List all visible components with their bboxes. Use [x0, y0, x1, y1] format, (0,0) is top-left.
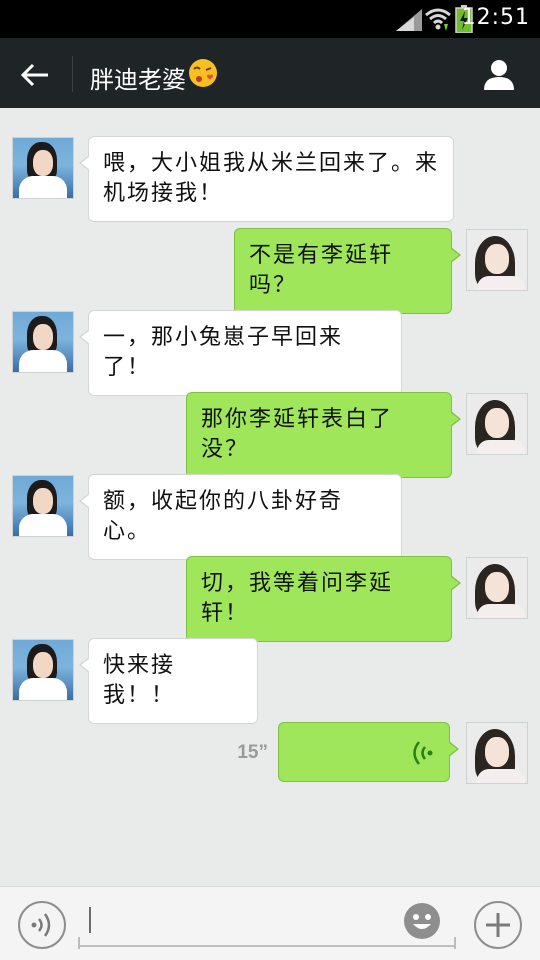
emoji-icon[interactable] [402, 901, 442, 941]
kiss-emoji-icon [189, 59, 217, 87]
message-bubble-received[interactable]: 额，收起你的八卦好奇心。 [79, 474, 402, 560]
status-time: 12:51 [461, 5, 530, 30]
back-arrow-icon[interactable] [18, 58, 52, 92]
input-bar [0, 886, 540, 960]
message-bubble-sent[interactable]: 切，我等着问李延轩！ [186, 556, 461, 642]
voice-message-bubble[interactable] [278, 722, 459, 782]
voice-wave-icon [31, 913, 51, 937]
contact-avatar[interactable] [12, 137, 74, 199]
my-avatar[interactable] [466, 393, 528, 455]
voice-wave-icon [413, 741, 433, 765]
input-edge [78, 937, 80, 949]
header-divider [72, 56, 73, 92]
message-list[interactable]: 喂，大小姐我从米兰回来了。来机场接我！ 不是有李延轩吗？ 一，那小兔崽子早回来了… [0, 108, 540, 886]
message-bubble-sent[interactable]: 那你李延轩表白了没？ [186, 392, 461, 478]
message-bubble-sent[interactable]: 不是有李延轩吗？ [234, 228, 461, 314]
wifi-icon [425, 8, 451, 31]
more-options-button[interactable] [474, 901, 522, 949]
status-bar: 12:51 [0, 0, 540, 38]
profile-icon[interactable] [482, 57, 516, 91]
my-avatar[interactable] [466, 229, 528, 291]
message-bubble-received[interactable]: 一，那小兔崽子早回来了！ [79, 310, 402, 396]
voice-duration: 15” [237, 742, 268, 763]
my-avatar[interactable] [466, 722, 528, 784]
message-bubble-received[interactable]: 喂，大小姐我从米兰回来了。来机场接我！ [79, 136, 454, 222]
contact-avatar[interactable] [12, 311, 74, 373]
plus-icon [486, 913, 510, 937]
message-input[interactable] [78, 901, 456, 947]
contact-avatar[interactable] [12, 639, 74, 701]
voice-input-button[interactable] [18, 901, 66, 949]
signal-icon [396, 9, 422, 31]
my-avatar[interactable] [466, 557, 528, 619]
input-edge [454, 937, 456, 949]
contact-avatar[interactable] [12, 475, 74, 537]
chat-header: 胖迪老婆 [0, 38, 540, 108]
message-bubble-received[interactable]: 快来接我！！ [79, 638, 258, 724]
chat-title: 胖迪老婆 [90, 66, 186, 94]
text-cursor [89, 907, 91, 933]
